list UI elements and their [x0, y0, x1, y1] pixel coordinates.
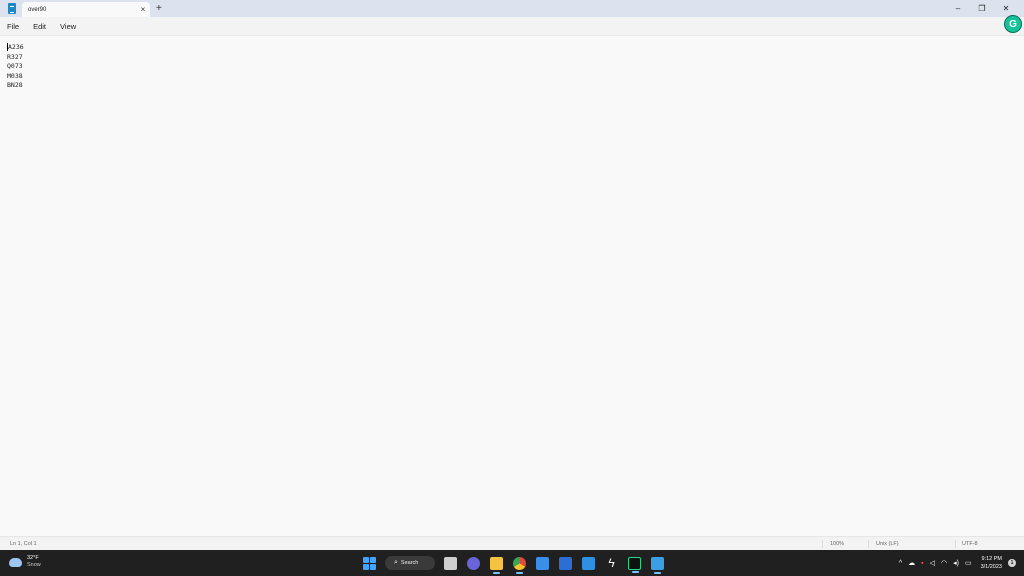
tab-over90[interactable]: over90 × [22, 2, 150, 17]
task-view-icon[interactable] [444, 556, 457, 570]
editor-line: BN28 [7, 81, 23, 90]
taskbar: 32°F Snow ⌕ Search ϟ ^ ☁ ▪ ◁ ◠ ◂) ▭ 9:12… [0, 550, 1024, 576]
app-tray-icon[interactable]: ▪ [921, 560, 923, 567]
taskbar-apps: ⌕ Search ϟ [358, 554, 669, 574]
onedrive-cloud-icon[interactable]: ☁ [908, 559, 915, 567]
status-bar: Ln 1, Col 1 100% Unix (LF) UTF-8 [0, 536, 1024, 551]
weather-text: 32°F Snow [27, 555, 41, 569]
window-controls: – ❐ ✕ [946, 0, 1018, 17]
clock[interactable]: 9:12 PM 3/1/2023 [981, 555, 1002, 571]
editor-line: R327 [7, 52, 23, 61]
clock-time: 9:12 PM [981, 556, 1002, 562]
tab-title: over90 [28, 6, 47, 13]
status-divider [955, 540, 956, 548]
microsoft-store-icon[interactable] [536, 556, 549, 570]
text-editor[interactable]: A236 R327 Q073 M038 BN28 [0, 36, 1024, 534]
search-icon: ⌕ [394, 559, 398, 566]
notepad-icon[interactable] [651, 556, 664, 574]
search-button[interactable]: ⌕ Search [385, 556, 435, 570]
notification-badge[interactable]: 1 [1008, 559, 1016, 567]
menu-view[interactable]: View [53, 22, 83, 31]
location-icon[interactable]: ◁ [930, 559, 935, 567]
restore-button[interactable]: ❐ [970, 4, 994, 13]
clock-date: 3/1/2023 [980, 564, 1002, 570]
new-tab-button[interactable]: + [156, 3, 162, 14]
cursor-position: Ln 1, Col 1 [10, 541, 37, 547]
wifi-icon[interactable]: ◠ [941, 559, 947, 567]
zoom-level[interactable]: 100% [830, 541, 844, 547]
snow-cloud-icon [9, 557, 22, 567]
volume-icon[interactable]: ◂) [953, 559, 959, 567]
line-text: A236 [8, 43, 24, 51]
editor-line: Q073 [7, 62, 23, 71]
weather-widget[interactable]: 32°F Snow [9, 555, 41, 569]
start-icon[interactable] [363, 556, 376, 570]
menu-file[interactable]: File [0, 22, 26, 31]
status-divider [822, 540, 823, 548]
encoding[interactable]: UTF-8 [962, 541, 978, 547]
battery-icon[interactable]: ▭ [965, 559, 972, 567]
pycharm-icon[interactable] [628, 556, 641, 573]
file-explorer-icon[interactable] [490, 556, 503, 574]
tab-close-icon[interactable]: × [136, 5, 150, 14]
close-button[interactable]: ✕ [994, 4, 1018, 13]
status-divider [868, 540, 869, 548]
line-ending[interactable]: Unix (LF) [876, 541, 899, 547]
chrome-icon[interactable] [513, 556, 526, 574]
teams-chat-icon[interactable] [467, 556, 480, 570]
menu-edit[interactable]: Edit [26, 22, 53, 31]
editor-line: A236 [7, 43, 1024, 53]
weather-condition: Snow [27, 562, 41, 568]
menu-bar: File Edit View [0, 17, 1024, 36]
editor-line: M038 [7, 71, 23, 80]
bolt-app-icon[interactable]: ϟ [605, 556, 618, 570]
search-label: Search [400, 560, 419, 566]
mail-icon[interactable] [582, 556, 595, 570]
notepad-app-icon [8, 3, 16, 14]
grammarly-icon[interactable]: G [1004, 15, 1022, 33]
chevron-up-icon[interactable]: ^ [899, 560, 902, 567]
word-icon[interactable] [559, 556, 572, 570]
system-tray: ^ ☁ ▪ ◁ ◠ ◂) ▭ 9:12 PM 3/1/2023 1 [896, 554, 1016, 572]
weather-temperature: 32°F [27, 555, 39, 561]
minimize-button[interactable]: – [946, 4, 970, 13]
title-bar: over90 × + – ❐ ✕ [0, 0, 1024, 17]
